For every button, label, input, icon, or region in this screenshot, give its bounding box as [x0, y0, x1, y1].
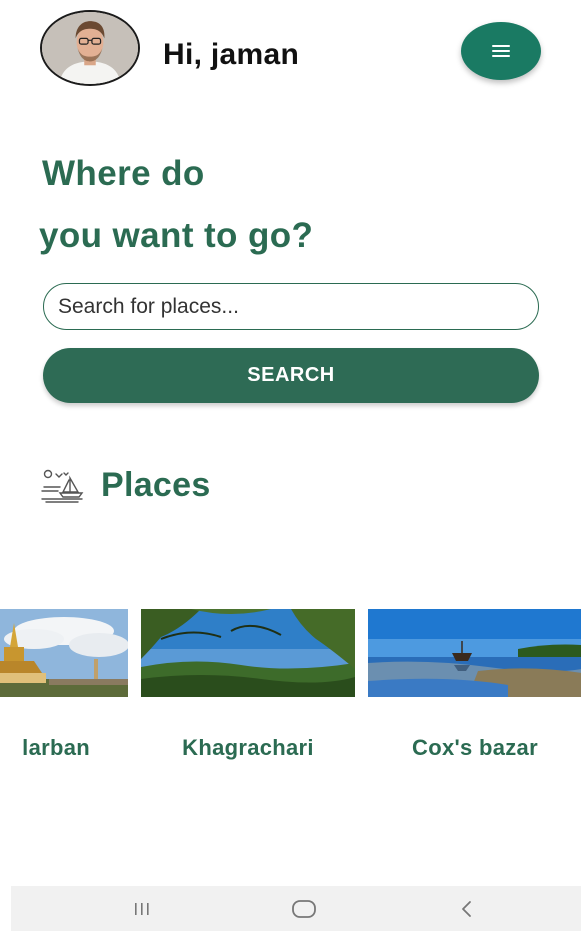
places-carousel[interactable]: larban Khagrachari Cox's bazar — [0, 609, 581, 769]
place-card[interactable]: larban — [0, 609, 128, 769]
places-title: Places — [101, 466, 211, 504]
place-card-label: Khagrachari — [182, 735, 314, 760]
menu-button[interactable] — [461, 22, 541, 80]
home-icon — [292, 899, 316, 918]
search-input[interactable] — [43, 283, 539, 330]
place-card[interactable]: Khagrachari — [141, 609, 355, 769]
place-card[interactable]: Cox's bazar — [368, 609, 581, 769]
hero-title-line2: you want to go? — [39, 216, 314, 255]
recents-icon — [135, 902, 149, 915]
home-button[interactable] — [274, 886, 334, 931]
pagoda-photo — [0, 609, 128, 697]
beach-boat-photo — [368, 609, 581, 697]
sailboat-landscape-icon — [41, 469, 84, 503]
back-button[interactable] — [437, 886, 497, 931]
avatar[interactable] — [40, 10, 140, 86]
user-avatar-image — [42, 12, 138, 84]
hero-title-line1: Where do — [42, 154, 205, 193]
system-nav-bar — [11, 886, 581, 931]
place-card-label: Cox's bazar — [412, 735, 538, 760]
recents-button[interactable] — [112, 886, 172, 931]
search-button[interactable]: SEARCH — [43, 348, 539, 403]
hamburger-menu-icon — [492, 45, 510, 57]
place-card-label: larban — [22, 735, 90, 760]
back-icon — [462, 900, 471, 917]
hills-forest-photo — [141, 609, 355, 697]
greeting-text: Hi, jaman — [163, 38, 300, 71]
